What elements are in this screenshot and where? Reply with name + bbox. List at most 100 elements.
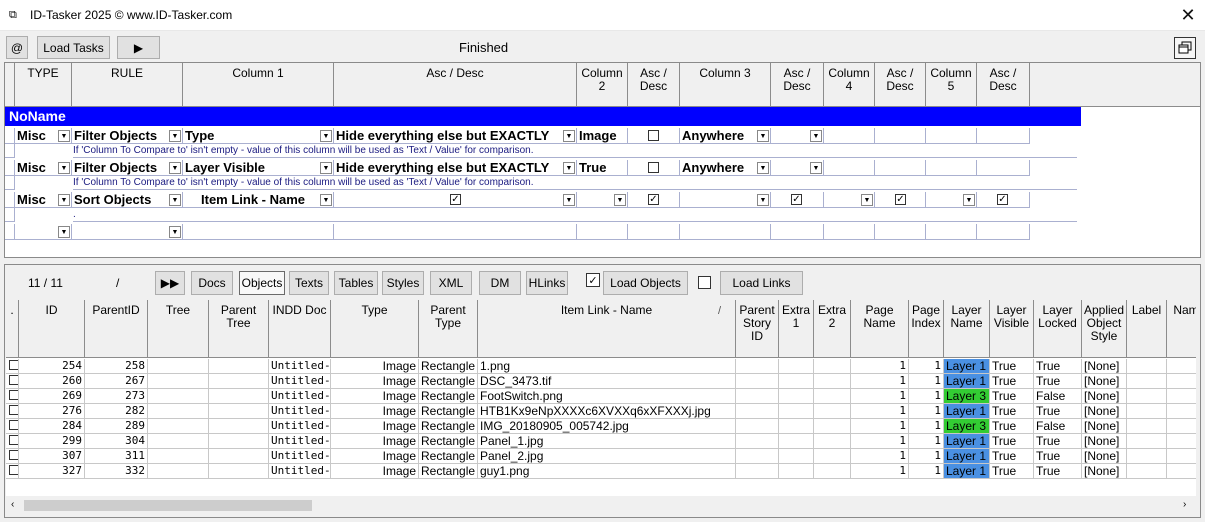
task-cell[interactable] — [628, 160, 680, 176]
column-header[interactable]: Nam — [1167, 300, 1196, 358]
dropdown-arrow-icon[interactable]: ▼ — [810, 162, 822, 174]
load-tasks-button[interactable]: Load Tasks — [37, 36, 110, 59]
column-header[interactable]: Asc / Desc — [875, 63, 926, 107]
checkbox[interactable]: ✓ — [895, 194, 906, 205]
task-cell[interactable]: ▼ — [771, 128, 824, 144]
column-header[interactable]: Tree — [148, 300, 209, 358]
row-checkbox[interactable] — [9, 405, 18, 415]
dropdown-arrow-icon[interactable]: ▼ — [757, 162, 769, 174]
tab-xml[interactable]: XML — [430, 271, 472, 295]
scrollbar-thumb[interactable] — [24, 500, 312, 511]
dropdown-arrow-icon[interactable]: ▼ — [861, 194, 873, 206]
checkbox[interactable]: ✓ — [450, 194, 461, 205]
restore-window-button[interactable] — [1174, 37, 1196, 59]
column-header[interactable]: Column 1 — [183, 63, 334, 107]
task-cell[interactable]: ▼ — [771, 160, 824, 176]
checkbox[interactable] — [648, 162, 659, 173]
run-button[interactable]: ▶ — [117, 36, 160, 59]
column-header[interactable]: Type — [331, 300, 419, 358]
task-cell[interactable]: Anywhere ▼ — [680, 128, 771, 144]
tab-objects[interactable]: Objects — [239, 271, 285, 295]
row-checkbox[interactable] — [9, 450, 18, 460]
row-selector[interactable] — [5, 160, 15, 176]
scroll-right-icon[interactable]: › — [1183, 499, 1186, 510]
row-checkbox[interactable] — [9, 360, 18, 370]
column-header[interactable]: . — [6, 300, 19, 358]
column-header[interactable]: Asc / Desc — [977, 63, 1030, 107]
close-icon[interactable]: ✕ — [1176, 3, 1200, 27]
task-cell[interactable]: Misc ▼ — [15, 192, 72, 208]
task-cell[interactable] — [334, 224, 577, 240]
dropdown-arrow-icon[interactable]: ▼ — [169, 130, 181, 142]
task-cell[interactable] — [771, 224, 824, 240]
task-cell[interactable]: Misc ▼ — [15, 160, 72, 176]
dropdown-arrow-icon[interactable]: ▼ — [563, 194, 575, 206]
tab-texts[interactable]: Texts — [289, 271, 329, 295]
dropdown-arrow-icon[interactable]: ▼ — [169, 194, 181, 206]
row-checkbox[interactable] — [9, 390, 18, 400]
dropdown-arrow-icon[interactable]: ▼ — [169, 226, 181, 238]
task-cell[interactable]: ✓ — [977, 192, 1030, 208]
task-cell[interactable] — [183, 224, 334, 240]
column-header[interactable]: TYPE — [15, 63, 72, 107]
tab-hlinks[interactable]: HLinks — [526, 271, 568, 295]
column-header[interactable]: Asc / Desc — [334, 63, 577, 107]
column-header[interactable]: Page Index — [909, 300, 944, 358]
table-cell[interactable] — [6, 434, 19, 449]
table-cell[interactable] — [6, 359, 19, 374]
task-cell[interactable]: ▼ — [15, 224, 72, 240]
dropdown-arrow-icon[interactable]: ▼ — [810, 130, 822, 142]
row-selector[interactable] — [5, 192, 15, 208]
task-cell[interactable]: ▼ — [577, 192, 628, 208]
task-cell[interactable] — [926, 160, 977, 176]
load-links-checkbox[interactable] — [698, 276, 711, 289]
table-cell[interactable] — [6, 419, 19, 434]
column-header[interactable]: ParentID — [85, 300, 148, 358]
task-cell[interactable]: Hide everything else but EXACTLY ▼ — [334, 128, 577, 144]
row-checkbox[interactable] — [9, 465, 18, 475]
column-header[interactable]: Layer Visible — [990, 300, 1034, 358]
task-cell[interactable] — [875, 160, 926, 176]
task-cell[interactable] — [824, 128, 875, 144]
dropdown-arrow-icon[interactable]: ▼ — [614, 194, 626, 206]
dropdown-arrow-icon[interactable]: ▼ — [58, 130, 70, 142]
tab-dm[interactable]: DM — [479, 271, 521, 295]
checkbox[interactable]: ✓ — [648, 194, 659, 205]
load-objects-checkbox[interactable]: ✓ — [586, 273, 600, 287]
task-cell[interactable]: Item Link - Name ▼ — [183, 192, 334, 208]
task-cell[interactable] — [875, 224, 926, 240]
task-cell[interactable]: ✓ — [628, 192, 680, 208]
column-header[interactable]: INDD Doc — [269, 300, 331, 358]
task-cell[interactable] — [977, 224, 1030, 240]
dropdown-arrow-icon[interactable]: ▼ — [58, 194, 70, 206]
column-header[interactable]: Parent Story ID — [736, 300, 779, 358]
load-objects-button[interactable]: Load Objects — [603, 271, 688, 295]
row-checkbox[interactable] — [9, 435, 18, 445]
dropdown-arrow-icon[interactable]: ▼ — [563, 162, 575, 174]
table-cell[interactable] — [6, 389, 19, 404]
column-header[interactable]: Column 5 — [926, 63, 977, 107]
dropdown-arrow-icon[interactable]: ▼ — [169, 162, 181, 174]
dropdown-arrow-icon[interactable]: ▼ — [757, 194, 769, 206]
task-cell[interactable]: ✓ — [771, 192, 824, 208]
column-header[interactable]: Page Name — [851, 300, 909, 358]
table-cell[interactable] — [6, 404, 19, 419]
dropdown-arrow-icon[interactable]: ▼ — [757, 130, 769, 142]
dropdown-arrow-icon[interactable]: ▼ — [320, 162, 332, 174]
task-cell[interactable]: Filter Objects ▼ — [72, 160, 183, 176]
column-header[interactable]: Layer Name — [944, 300, 990, 358]
dropdown-arrow-icon[interactable]: ▼ — [58, 162, 70, 174]
tab-tables[interactable]: Tables — [334, 271, 378, 295]
dropdown-arrow-icon[interactable]: ▼ — [320, 130, 332, 142]
scroll-left-icon[interactable]: ‹ — [11, 499, 14, 510]
column-header[interactable]: Column 2 — [577, 63, 628, 107]
column-header[interactable]: RULE — [72, 63, 183, 107]
task-cell[interactable] — [628, 224, 680, 240]
task-cell[interactable]: Layer Visible ▼ — [183, 160, 334, 176]
row-checkbox[interactable] — [9, 375, 18, 385]
column-header[interactable]: ID — [19, 300, 85, 358]
task-cell[interactable]: Filter Objects ▼ — [72, 128, 183, 144]
checkbox[interactable] — [648, 130, 659, 141]
column-header[interactable]: Extra 2 — [814, 300, 851, 358]
dropdown-arrow-icon[interactable]: ▼ — [320, 194, 332, 206]
